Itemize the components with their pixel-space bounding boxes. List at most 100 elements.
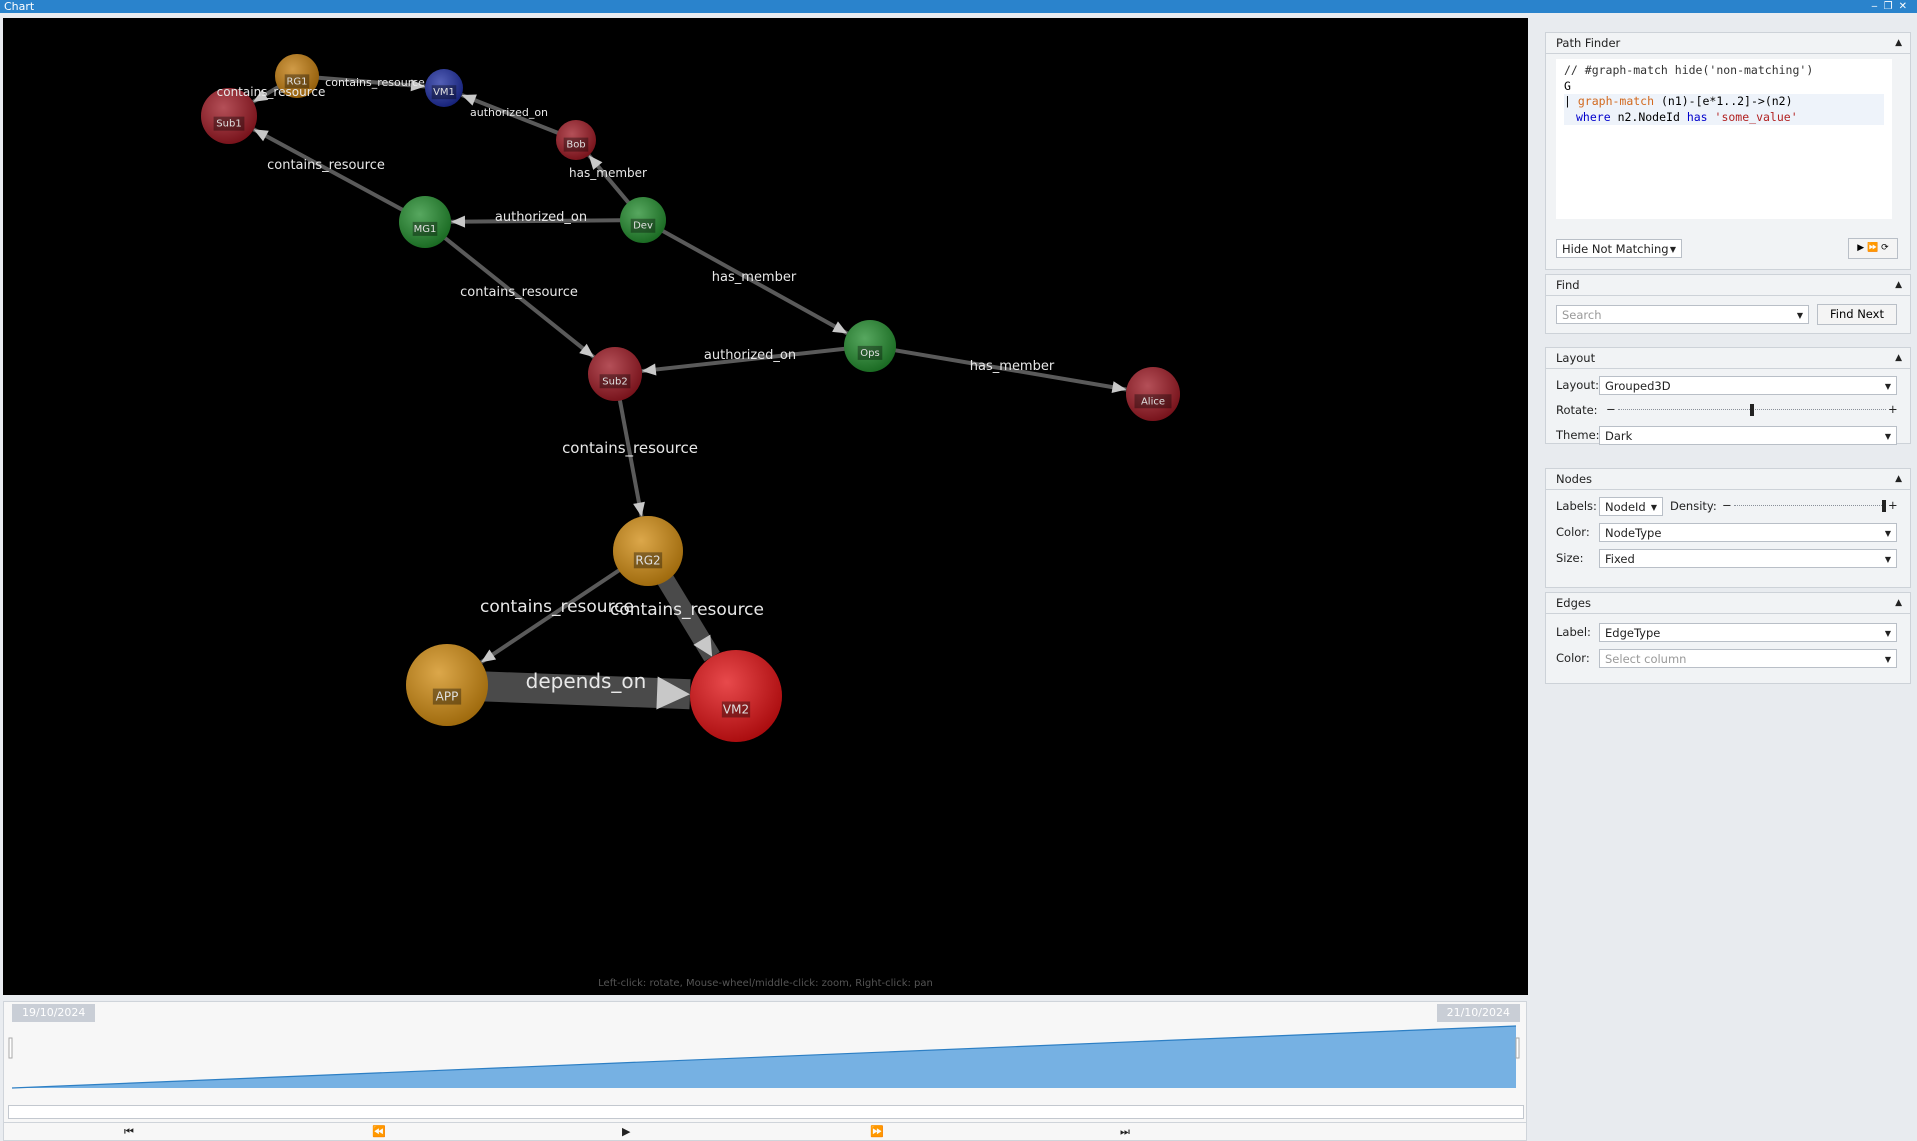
search-input[interactable]: Search ▼	[1556, 305, 1809, 324]
graph-svg[interactable]: RG1VM1Sub1BobMG1 DevOpsSub2AliceRG2APPVM2…	[3, 18, 1528, 995]
edge-label-APP-VM2: depends_on	[526, 669, 647, 693]
density-slider-track	[1734, 505, 1886, 508]
find-header[interactable]: Find ▲	[1546, 275, 1910, 296]
node-shade-RG2	[613, 516, 683, 586]
minimize-icon[interactable]: ‒	[1871, 1, 1883, 12]
density-slider-thumb[interactable]	[1882, 500, 1886, 512]
node-Dev[interactable]: Dev	[620, 197, 666, 243]
query-editor[interactable]: // #graph-match hide('non-matching') G |…	[1556, 59, 1892, 219]
theme-value: Dark	[1605, 429, 1633, 443]
node-label-APP: APP	[436, 690, 459, 704]
layout-value: Grouped3D	[1605, 379, 1671, 393]
node-Ops[interactable]: Ops	[844, 320, 896, 372]
node-label-RG2: RG2	[635, 553, 660, 567]
run-icon[interactable]: ▶	[1857, 243, 1864, 253]
timeline-start-date: 19/10/2024	[12, 1004, 96, 1022]
timeline[interactable]: 19/10/2024 21/10/2024 ⏮ ⏪ ▶ ⏩ ⏭	[3, 1001, 1527, 1141]
query-line-1: // #graph-match hide('non-matching')	[1564, 63, 1814, 77]
chevron-down-icon: ▼	[1669, 245, 1676, 254]
theme-label: Theme:	[1556, 428, 1600, 442]
query-field: n2.NodeId	[1617, 109, 1680, 124]
edge-MG1-Sub1[interactable]	[252, 127, 426, 224]
node-VM2[interactable]: VM2	[690, 650, 782, 742]
node-Sub2[interactable]: Sub2	[588, 347, 642, 401]
search-placeholder: Search	[1562, 308, 1602, 322]
close-icon[interactable]: ✕	[1899, 1, 1913, 12]
node-label-Bob: Bob	[566, 140, 585, 151]
node-shade-VM2	[690, 650, 782, 742]
timeline-right-handle[interactable]	[1515, 1037, 1520, 1059]
edge-label-MG1-Sub1: contains_resource	[267, 158, 385, 173]
chevron-down-icon: ▼	[1650, 503, 1657, 512]
restore-icon[interactable]: ❐	[1884, 1, 1899, 12]
node-RG2[interactable]: RG2	[613, 516, 683, 586]
node-labels-dropdown[interactable]: NodeId ▼	[1599, 497, 1663, 516]
layout-label: Layout:	[1556, 378, 1599, 392]
density-slider[interactable]	[1734, 500, 1886, 512]
rotate-minus-icon[interactable]: −	[1606, 402, 1616, 416]
refresh-icon[interactable]: ⟳	[1881, 243, 1889, 253]
graph-hint: Left-click: rotate, Mouse-wheel/middle-c…	[598, 978, 933, 989]
node-Bob[interactable]: Bob	[556, 120, 596, 160]
rotate-plus-icon[interactable]: +	[1888, 402, 1898, 416]
node-APP[interactable]: APP	[406, 644, 488, 726]
node-color-label: Color:	[1556, 525, 1590, 539]
layout-header[interactable]: Layout ▲	[1546, 348, 1910, 369]
skip-start-icon[interactable]: ⏮	[124, 1125, 134, 1139]
play-icon[interactable]: ▶	[622, 1125, 630, 1138]
settings-sidebar: Path Finder ▲ // #graph-match hide('non-…	[1530, 18, 1917, 1141]
node-Alice[interactable]: Alice	[1126, 367, 1180, 421]
path-finder-header[interactable]: Path Finder ▲	[1546, 33, 1910, 54]
layout-title: Layout	[1556, 351, 1596, 365]
collapse-icon[interactable]: ▲	[1895, 469, 1902, 489]
density-minus-icon[interactable]: −	[1722, 498, 1732, 512]
collapse-icon[interactable]: ▲	[1895, 33, 1902, 53]
step-back-icon[interactable]: ⏪	[372, 1125, 386, 1138]
collapse-icon[interactable]: ▲	[1895, 275, 1902, 295]
step-forward-icon[interactable]: ⏩	[870, 1125, 884, 1138]
node-size-dropdown[interactable]: Fixed ▼	[1599, 549, 1897, 568]
edge-label-Bob-VM1: authorized_on	[470, 106, 548, 119]
find-panel: Find ▲ Search ▼ Find Next	[1545, 274, 1911, 334]
query-line-3: | graph-match (n1)-[e*1..2]->(n2)	[1564, 94, 1884, 110]
edge-color-dropdown[interactable]: Select column ▼	[1599, 649, 1897, 668]
match-mode-dropdown[interactable]: Hide Not Matching ▼	[1556, 239, 1682, 258]
node-labels-label: Labels:	[1556, 499, 1597, 513]
node-VM1[interactable]: VM1	[425, 69, 463, 107]
density-plus-icon[interactable]: +	[1888, 498, 1898, 512]
edge-label-RG1-VM1: contains_resource	[325, 76, 425, 89]
rotate-slider[interactable]	[1618, 404, 1886, 416]
chevron-down-icon: ▼	[1884, 529, 1891, 538]
window-controls: ‒❐✕	[1871, 0, 1913, 13]
find-next-button[interactable]: Find Next	[1817, 304, 1897, 325]
node-size-value: Fixed	[1605, 552, 1635, 566]
node-label-Ops: Ops	[860, 348, 879, 359]
node-color-dropdown[interactable]: NodeType ▼	[1599, 523, 1897, 542]
nodes-header[interactable]: Nodes ▲	[1546, 469, 1910, 490]
node-label-Alice: Alice	[1141, 396, 1165, 407]
collapse-icon[interactable]: ▲	[1895, 348, 1902, 368]
layout-dropdown[interactable]: Grouped3D ▼	[1599, 376, 1897, 395]
timeline-left-handle[interactable]	[8, 1037, 13, 1059]
query-where: where	[1576, 109, 1611, 124]
edge-label-dropdown[interactable]: EdgeType ▼	[1599, 623, 1897, 642]
query-line-2: G	[1564, 78, 1571, 93]
chevron-down-icon: ▼	[1884, 655, 1891, 664]
node-MG1[interactable]: MG1	[399, 196, 451, 248]
timeline-scroll-track[interactable]	[8, 1105, 1524, 1119]
collapse-icon[interactable]: ▲	[1895, 593, 1902, 613]
theme-dropdown[interactable]: Dark ▼	[1599, 426, 1897, 445]
node-label-MG1: MG1	[414, 224, 437, 235]
nodes-title: Nodes	[1556, 472, 1593, 486]
node-label-VM2: VM2	[723, 702, 749, 716]
query-pattern: (n1)-[e*1..2]->(n2)	[1654, 94, 1793, 108]
chevron-down-icon: ▼	[1796, 311, 1803, 320]
node-color-value: NodeType	[1605, 526, 1662, 540]
graph-canvas[interactable]: RG1 VM1 Sub1 Bob MG1 Dev Ops Sub2 Alice RG2 APP VM2…	[3, 18, 1528, 995]
window-title-bar: Chart ‒❐✕	[0, 0, 1917, 13]
edges-header[interactable]: Edges ▲	[1546, 593, 1910, 614]
run-all-icon[interactable]: ⏩	[1867, 243, 1878, 253]
skip-end-icon[interactable]: ⏭	[1120, 1125, 1130, 1139]
edge-label-MG1-Sub2: contains_resource	[460, 285, 578, 300]
rotate-slider-thumb[interactable]	[1750, 404, 1754, 416]
